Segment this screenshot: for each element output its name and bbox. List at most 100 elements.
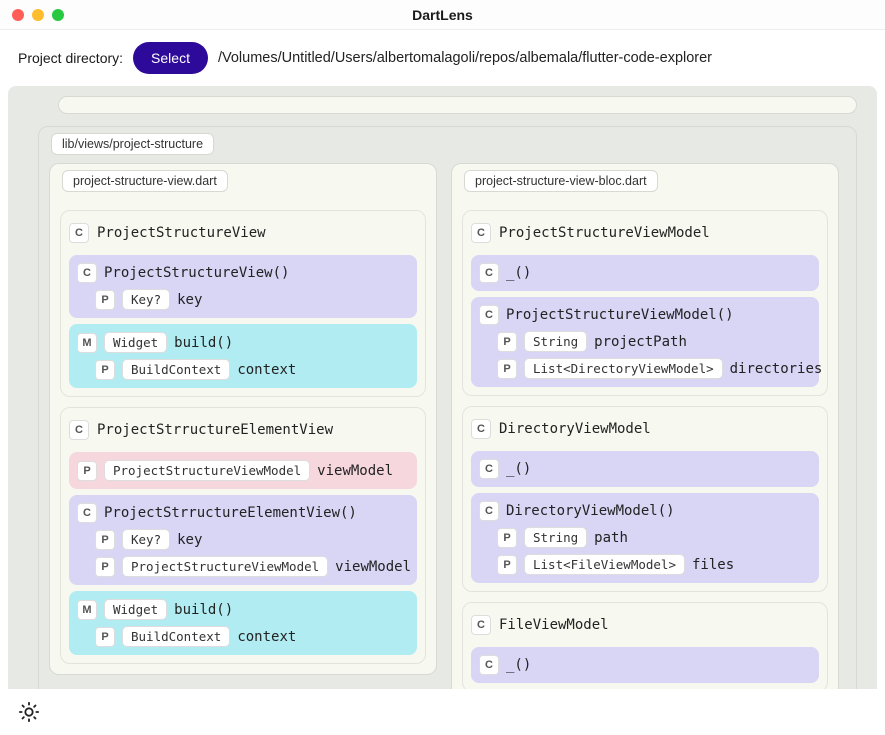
member-name: viewModel (317, 463, 393, 479)
param-badge: P (497, 332, 517, 352)
param-type: ProjectStructureViewModel (122, 556, 328, 577)
member-property[interactable]: PProjectStructureViewModelviewModel (69, 452, 417, 489)
kind-badge: P (77, 461, 97, 481)
file-card: project-structure-view.dartCProjectStruc… (49, 163, 437, 675)
member-header: CProjectStructureView() (77, 263, 409, 283)
member-signature: DirectoryViewModel() (506, 503, 675, 519)
member-method[interactable]: MWidgetbuild()PBuildContextcontext (69, 591, 417, 655)
member-constructor[interactable]: C _() (471, 255, 819, 291)
class-badge: C (471, 419, 491, 439)
files-row: project-structure-view.dartCProjectStruc… (49, 163, 846, 701)
param-row: PStringpath (479, 527, 811, 548)
param-badge: P (95, 360, 115, 380)
param-name: context (237, 629, 296, 645)
sun-icon (18, 701, 40, 723)
param-type: BuildContext (122, 626, 230, 647)
member-signature: build() (174, 335, 233, 351)
class-header: CDirectoryViewModel (471, 415, 819, 445)
param-name: directories (730, 361, 823, 377)
file-card: project-structure-view-bloc.dartCProject… (451, 163, 839, 701)
param-type: BuildContext (122, 359, 230, 380)
member-constructor[interactable]: CProjectStrructureElementView()PKey?keyP… (69, 495, 417, 585)
member-constructor[interactable]: C_() (471, 647, 819, 683)
window-controls (12, 9, 64, 21)
maximize-window-button[interactable] (52, 9, 64, 21)
param-row: PKey?key (77, 289, 409, 310)
header-bar: Project directory: Select /Volumes/Untit… (0, 30, 885, 86)
param-type: String (524, 331, 587, 352)
param-name: files (692, 557, 734, 573)
member-signature: _() (506, 265, 531, 281)
member-signature: build() (174, 602, 233, 618)
member-method[interactable]: M Widget build() P BuildContext context (69, 324, 417, 388)
param-row: P ProjectStructureViewModel viewModel (77, 556, 409, 577)
member-constructor[interactable]: C _() (471, 451, 819, 487)
param-row: P BuildContext context (77, 359, 409, 380)
member-header: C DirectoryViewModel() (479, 501, 811, 521)
class-header: CProjectStructureView (69, 219, 417, 249)
select-directory-button[interactable]: Select (133, 42, 208, 74)
param-type: Key? (122, 529, 170, 550)
class-card[interactable]: C ProjectStrructureElementView P ProjectStr… (60, 407, 426, 664)
kind-badge: C (479, 459, 499, 479)
member-header: PProjectStructureViewModelviewModel (77, 460, 409, 481)
previous-card-edge (58, 96, 857, 114)
theme-toggle-button[interactable] (16, 699, 42, 725)
param-row: PList<DirectoryViewModel>directories (479, 358, 811, 379)
file-name-tab[interactable]: project-structure-view.dart (62, 170, 228, 192)
member-header: C _() (479, 459, 811, 479)
member-header: CProjectStrructureElementView() (77, 503, 409, 523)
class-header: CProjectStructureViewModel (471, 219, 819, 249)
member-header: M Widget build() (77, 332, 409, 353)
param-name: path (594, 530, 628, 546)
close-window-button[interactable] (12, 9, 24, 21)
kind-badge: C (479, 501, 499, 521)
member-signature: _() (506, 461, 531, 477)
param-name: projectPath (594, 334, 687, 350)
member-header: M Widget build() (77, 599, 409, 620)
param-badge: P (497, 359, 517, 379)
param-badge: P (95, 290, 115, 310)
param-name: context (237, 362, 296, 378)
content-area: lib/views/project-structure project-stru… (8, 86, 877, 701)
class-card[interactable]: CProjectStructureView CProjectStructureVi… (60, 210, 426, 397)
member-constructor[interactable]: CProjectStructureView()PKey?key (69, 255, 417, 318)
return-type: Widget (104, 599, 167, 620)
file-name-tab[interactable]: project-structure-view-bloc.dart (464, 170, 658, 192)
member-header: C_() (479, 655, 811, 675)
kind-badge: M (77, 333, 97, 353)
param-row: P Key? key (77, 529, 409, 550)
directory-path-tab[interactable]: lib/views/project-structure (51, 133, 214, 155)
param-type: List<DirectoryViewModel> (524, 358, 723, 379)
class-name: ProjectStructureView (97, 225, 266, 241)
param-badge: P (95, 557, 115, 577)
kind-badge: C (479, 655, 499, 675)
titlebar: DartLens (0, 0, 885, 30)
project-path: /Volumes/Untitled/Users/albertomalagoli/… (218, 50, 712, 66)
param-row: PBuildContextcontext (77, 626, 409, 647)
minimize-window-button[interactable] (32, 9, 44, 21)
class-header: C ProjectStrructureElementView (69, 416, 417, 446)
class-card[interactable]: CFileViewModelC_() (462, 602, 828, 692)
kind-badge: C (479, 305, 499, 325)
param-type: Key? (122, 289, 170, 310)
param-name: viewModel (335, 559, 411, 575)
member-constructor[interactable]: C ProjectStructureViewModel() P String proje… (471, 297, 819, 387)
return-type: Widget (104, 332, 167, 353)
class-name: ProjectStructureViewModel (499, 225, 710, 241)
class-card[interactable]: CDirectoryViewModelC_()CDirectoryViewMod… (462, 406, 828, 592)
kind-badge: M (77, 600, 97, 620)
member-header: C ProjectStructureViewModel() (479, 305, 811, 325)
param-name: key (177, 532, 202, 548)
directory-card: lib/views/project-structure project-stru… (38, 126, 857, 701)
class-card[interactable]: CProjectStructureViewModelC_()CProjectSt… (462, 210, 828, 396)
param-badge: P (95, 530, 115, 550)
class-badge: C (69, 420, 89, 440)
class-badge: C (471, 615, 491, 635)
param-badge: P (497, 555, 517, 575)
app-title: DartLens (412, 7, 473, 23)
class-name: ProjectStrructureElementView (97, 422, 333, 438)
member-constructor[interactable]: CDirectoryViewModel()PStringpathPList<Fi… (471, 493, 819, 583)
kind-badge: C (479, 263, 499, 283)
member-signature: ProjectStructureViewModel() (506, 307, 734, 323)
